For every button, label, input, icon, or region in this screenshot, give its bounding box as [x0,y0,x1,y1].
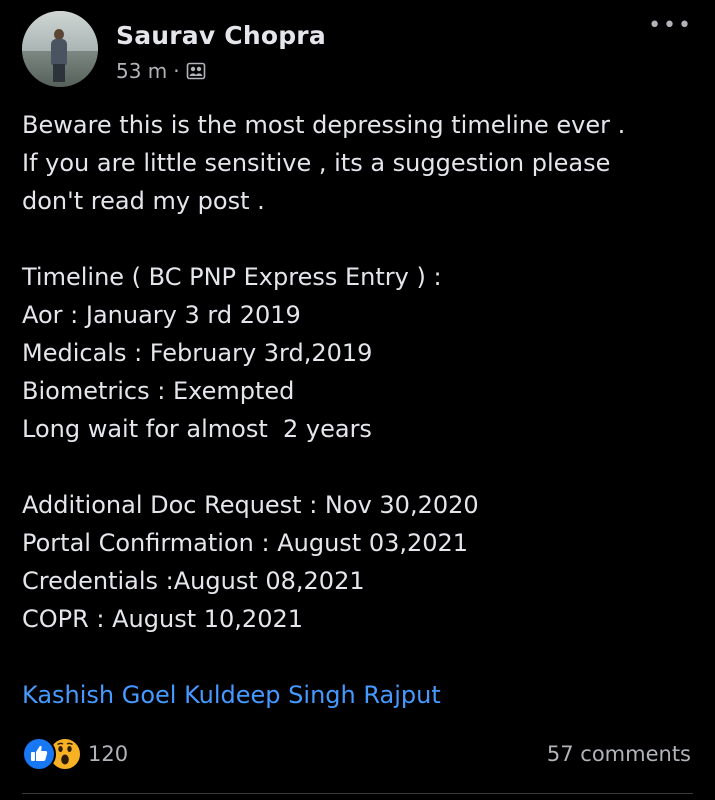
tag-kashish-goel[interactable]: Kashish Goel [22,681,176,709]
post-card: Saurav Chopra 53 m · ••• Beware this is … [0,0,715,800]
post-line: Portal Confirmation : August 03,2021 [22,529,469,557]
post-text: Beware this is the most depressing timel… [22,106,692,714]
comments-count-link[interactable]: 57 comments [547,742,691,766]
post-line: COPR : August 10,2021 [22,605,304,633]
post-line: If you are little sensitive , its a sugg… [22,149,611,177]
post-line: Timeline ( BC PNP Express Entry ) : [22,263,442,291]
footer-divider [22,793,693,794]
reaction-count: 120 [88,742,129,766]
tag-kuldeep-singh-rajput[interactable]: Kuldeep Singh Rajput [184,681,441,709]
post-line: Aor : January 3 rd 2019 [22,301,301,329]
post-line: Additional Doc Request : Nov 30,2020 [22,491,479,519]
group-audience-icon[interactable] [186,61,206,81]
post-meta: 53 m · [116,59,326,83]
author-block: Saurav Chopra 53 m · [116,11,326,83]
meta-separator: · [173,59,180,83]
timestamp[interactable]: 53 m [116,59,167,83]
reactions-summary[interactable]: 120 [22,737,128,771]
avatar[interactable] [22,11,98,87]
post-header: Saurav Chopra 53 m · [22,11,326,87]
author-name[interactable]: Saurav Chopra [116,21,326,51]
more-options-icon[interactable]: ••• [648,14,693,38]
like-reaction-icon [22,737,56,771]
post-line: Beware this is the most depressing timel… [22,111,626,139]
post-line: Medicals : February 3rd,2019 [22,339,373,367]
post-line: don't read my post . [22,187,265,215]
tagged-people: Kashish Goel Kuldeep Singh Rajput [22,676,692,714]
post-footer: 120 57 comments [22,734,691,774]
post-line: Biometrics : Exempted [22,377,295,405]
post-line: Credentials :August 08,2021 [22,567,365,595]
post-line: Long wait for almost 2 years [22,415,372,443]
